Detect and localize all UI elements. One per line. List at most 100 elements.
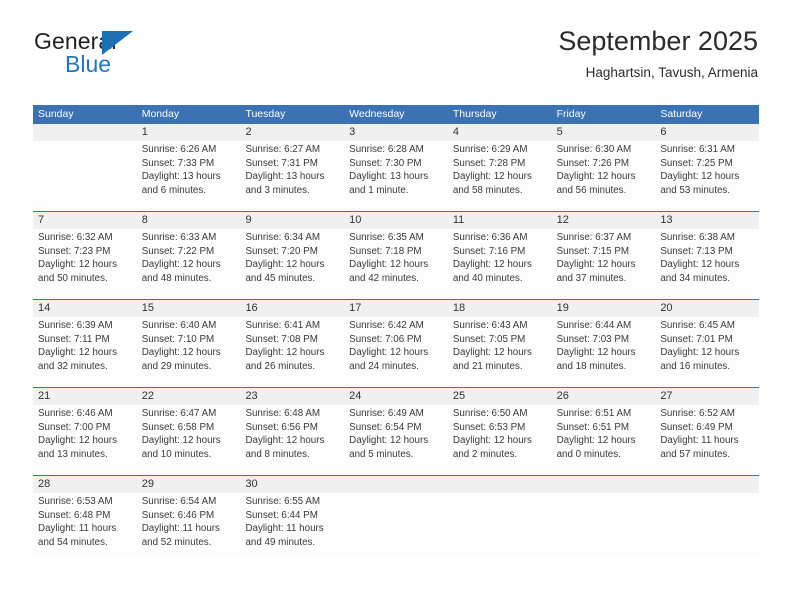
day-number[interactable]: 5 bbox=[552, 124, 656, 141]
day-number[interactable]: 20 bbox=[655, 300, 759, 317]
day-cell[interactable]: Sunrise: 6:39 AM Sunset: 7:11 PM Daylight:… bbox=[33, 317, 137, 387]
day-number[interactable]: 10 bbox=[344, 212, 448, 229]
day-detail-line: Sunrise: 6:54 AM bbox=[141, 496, 217, 507]
day-number[interactable]: 24 bbox=[344, 388, 448, 405]
day-detail-line: Sunrise: 6:53 AM bbox=[38, 496, 113, 507]
day-number[interactable]: 12 bbox=[552, 212, 656, 229]
calendar-page: General Blue September 2025 Haghartsin, … bbox=[0, 0, 792, 612]
day-detail-line: and 10 minutes. bbox=[141, 448, 212, 460]
day-detail-line: Sunrise: 6:38 AM bbox=[660, 232, 735, 243]
day-detail-line: Sunset: 7:15 PM bbox=[556, 245, 630, 257]
day-number[interactable]: 9 bbox=[240, 212, 344, 229]
day-detail-line: and 54 minutes. bbox=[38, 536, 108, 548]
day-number[interactable]: 6 bbox=[655, 124, 759, 141]
day-number[interactable]: 14 bbox=[33, 300, 137, 317]
day-cell[interactable]: Sunrise: 6:46 AM Sunset: 7:00 PM Daylight:… bbox=[33, 405, 137, 475]
day-detail-line: Daylight: 12 hours bbox=[452, 347, 532, 359]
day-detail-line: Sunset: 7:22 PM bbox=[141, 245, 215, 257]
day-detail-line: Sunrise: 6:48 AM bbox=[245, 408, 321, 419]
day-number[interactable]: 21 bbox=[33, 388, 137, 405]
page-header: General Blue September 2025 Haghartsin, … bbox=[34, 26, 758, 94]
day-detail-line: and 21 minutes. bbox=[452, 360, 523, 372]
day-detail-line: Sunrise: 6:33 AM bbox=[141, 232, 217, 243]
day-cell[interactable]: Sunrise: 6:29 AM Sunset: 7:28 PM Daylight:… bbox=[448, 141, 552, 211]
day-cell[interactable]: Sunrise: 6:27 AM Sunset: 7:31 PM Daylight:… bbox=[240, 141, 344, 211]
day-number[interactable]: 17 bbox=[344, 300, 448, 317]
day-detail-line: Daylight: 12 hours bbox=[660, 171, 740, 183]
day-cell[interactable]: Sunrise: 6:45 AM Sunset: 7:01 PM Daylight:… bbox=[655, 317, 759, 387]
day-detail-line: and 40 minutes. bbox=[452, 272, 523, 284]
day-cell[interactable]: Sunrise: 6:26 AM Sunset: 7:33 PM Daylight:… bbox=[137, 141, 241, 211]
day-detail-line: and 8 minutes. bbox=[245, 448, 310, 460]
day-cell[interactable]: Sunrise: 6:47 AM Sunset: 6:58 PM Daylight:… bbox=[137, 405, 241, 475]
day-number[interactable]: 30 bbox=[240, 476, 344, 493]
day-cell[interactable]: Sunrise: 6:40 AM Sunset: 7:10 PM Daylight:… bbox=[137, 317, 241, 387]
day-cell[interactable]: Sunrise: 6:42 AM Sunset: 7:06 PM Daylight:… bbox=[344, 317, 448, 387]
day-number[interactable]: 28 bbox=[33, 476, 137, 493]
day-cell[interactable]: Sunrise: 6:48 AM Sunset: 6:56 PM Daylight:… bbox=[240, 405, 344, 475]
day-number[interactable]: 22 bbox=[137, 388, 241, 405]
day-number[interactable]: 16 bbox=[240, 300, 344, 317]
week-detail-band: Sunrise: 6:46 AM Sunset: 7:00 PM Daylight:… bbox=[33, 405, 759, 475]
day-cell[interactable]: Sunrise: 6:36 AM Sunset: 7:16 PM Daylight:… bbox=[448, 229, 552, 299]
week-detail-band: Sunrise: 6:39 AM Sunset: 7:11 PM Daylight:… bbox=[33, 317, 759, 387]
day-detail-line: Sunset: 6:58 PM bbox=[141, 421, 215, 433]
day-cell[interactable]: Sunrise: 6:28 AM Sunset: 7:30 PM Daylight:… bbox=[344, 141, 448, 211]
day-cell[interactable]: Sunrise: 6:34 AM Sunset: 7:20 PM Daylight:… bbox=[240, 229, 344, 299]
day-cell[interactable]: Sunrise: 6:33 AM Sunset: 7:22 PM Daylight:… bbox=[137, 229, 241, 299]
day-cell[interactable]: Sunrise: 6:41 AM Sunset: 7:08 PM Daylight:… bbox=[240, 317, 344, 387]
day-detail-line: Daylight: 11 hours bbox=[245, 523, 324, 535]
day-number[interactable]: 19 bbox=[552, 300, 656, 317]
day-detail-line: Sunset: 7:16 PM bbox=[452, 245, 526, 257]
day-cell[interactable]: Sunrise: 6:51 AM Sunset: 6:51 PM Daylight:… bbox=[552, 405, 656, 475]
day-detail-line: Sunset: 7:25 PM bbox=[660, 157, 733, 169]
day-number[interactable]: 1 bbox=[137, 124, 241, 141]
day-number[interactable]: 23 bbox=[240, 388, 344, 405]
day-detail-line: Sunset: 7:33 PM bbox=[141, 157, 215, 169]
day-detail-line: Sunset: 7:13 PM bbox=[660, 245, 733, 257]
day-detail-line: Sunset: 7:31 PM bbox=[245, 157, 318, 169]
day-detail-line: Sunset: 6:48 PM bbox=[38, 509, 111, 521]
day-cell[interactable]: Sunrise: 6:32 AM Sunset: 7:23 PM Daylight:… bbox=[33, 229, 137, 299]
day-number[interactable]: 3 bbox=[344, 124, 448, 141]
day-detail-line: and 1 minute. bbox=[349, 184, 409, 196]
day-number[interactable]: 25 bbox=[448, 388, 552, 405]
day-detail-line: Daylight: 12 hours bbox=[660, 347, 740, 359]
day-cell[interactable]: Sunrise: 6:49 AM Sunset: 6:54 PM Daylight:… bbox=[344, 405, 448, 475]
day-cell[interactable]: Sunrise: 6:30 AM Sunset: 7:26 PM Daylight:… bbox=[552, 141, 656, 211]
day-cell[interactable]: Sunrise: 6:43 AM Sunset: 7:05 PM Daylight:… bbox=[448, 317, 552, 387]
day-number[interactable]: 29 bbox=[137, 476, 241, 493]
day-detail-line: Sunset: 7:23 PM bbox=[38, 245, 111, 257]
day-detail-line: Daylight: 12 hours bbox=[349, 347, 429, 359]
day-number[interactable]: 15 bbox=[137, 300, 241, 317]
day-number[interactable]: 11 bbox=[448, 212, 552, 229]
day-detail-line: and 29 minutes. bbox=[141, 360, 212, 372]
day-number[interactable]: 13 bbox=[655, 212, 759, 229]
day-cell[interactable]: Sunrise: 6:55 AM Sunset: 6:44 PM Daylight:… bbox=[240, 493, 344, 555]
day-cell[interactable]: Sunrise: 6:35 AM Sunset: 7:18 PM Daylight:… bbox=[344, 229, 448, 299]
day-number[interactable]: 7 bbox=[33, 212, 137, 229]
day-cell[interactable]: Sunrise: 6:44 AM Sunset: 7:03 PM Daylight:… bbox=[552, 317, 656, 387]
day-cell[interactable]: Sunrise: 6:37 AM Sunset: 7:15 PM Daylight:… bbox=[552, 229, 656, 299]
day-detail-line: and 18 minutes. bbox=[556, 360, 627, 372]
day-number[interactable]: 4 bbox=[448, 124, 552, 141]
day-cell[interactable]: Sunrise: 6:54 AM Sunset: 6:46 PM Daylight:… bbox=[137, 493, 241, 555]
day-number[interactable]: 26 bbox=[552, 388, 656, 405]
day-number[interactable]: 8 bbox=[137, 212, 241, 229]
day-detail-line: and 24 minutes. bbox=[349, 360, 419, 372]
day-cell[interactable]: Sunrise: 6:53 AM Sunset: 6:48 PM Daylight:… bbox=[33, 493, 137, 555]
day-detail-line: Sunrise: 6:26 AM bbox=[141, 144, 217, 155]
day-detail-line: Sunrise: 6:46 AM bbox=[38, 408, 113, 419]
day-number[interactable]: 18 bbox=[448, 300, 552, 317]
general-blue-logo[interactable]: General Blue bbox=[34, 28, 254, 84]
day-number[interactable]: 2 bbox=[240, 124, 344, 141]
day-cell[interactable]: Sunrise: 6:31 AM Sunset: 7:25 PM Daylight:… bbox=[655, 141, 759, 211]
day-cell[interactable]: Sunrise: 6:52 AM Sunset: 6:49 PM Daylight:… bbox=[655, 405, 759, 475]
day-number[interactable]: 27 bbox=[655, 388, 759, 405]
weekday-header-row: Sunday Monday Tuesday Wednesday Thursday Frid… bbox=[33, 105, 759, 124]
day-cell[interactable]: Sunrise: 6:50 AM Sunset: 6:53 PM Daylight:… bbox=[448, 405, 552, 475]
day-detail-line: Daylight: 12 hours bbox=[556, 171, 636, 183]
day-detail-line: Sunrise: 6:29 AM bbox=[452, 144, 528, 155]
week-daynumber-band: 21 22 23 24 25 26 27 bbox=[33, 388, 759, 405]
day-cell[interactable]: Sunrise: 6:38 AM Sunset: 7:13 PM Daylight:… bbox=[655, 229, 759, 299]
